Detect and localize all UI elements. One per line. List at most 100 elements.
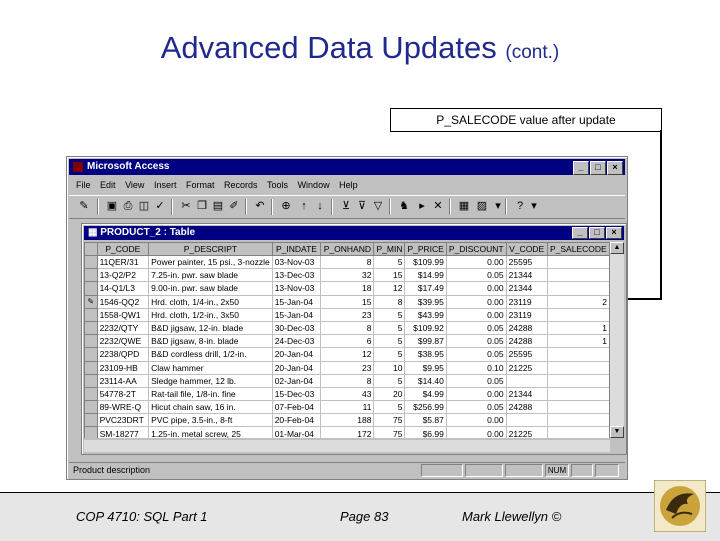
cell-p-descript[interactable]: 7.25-in. pwr. saw blade — [148, 268, 273, 283]
new-object-icon[interactable]: ▨ — [475, 199, 489, 213]
cell-p-salecode[interactable] — [546, 386, 610, 402]
print-preview-icon[interactable]: ◫ — [137, 199, 151, 213]
table-row[interactable]: ✎ 1546-QQ2 Hrd. cloth, 1/4-in., 2x50 15-Jan… — [84, 294, 610, 309]
vertical-scrollbar[interactable]: ▲ ▼ — [609, 242, 624, 438]
cell-v-code[interactable]: 25595 — [505, 347, 548, 362]
paste-icon[interactable]: ▤ — [211, 199, 225, 213]
spelling-icon[interactable]: ✓ — [153, 199, 167, 213]
cell-p-descript[interactable]: PVC pipe, 3.5-in., 8-ft — [148, 413, 273, 428]
cell-p-discount[interactable]: 0.00 — [445, 307, 507, 322]
cell-p-salecode[interactable] — [546, 307, 610, 322]
table-row[interactable]: PVC23DRT PVC pipe, 3.5-in., 8-ft 20-Feb-04… — [84, 413, 610, 428]
table-row[interactable]: 23109-HB Claw hammer 20-Jan-04 23 10 $9.95 0.1… — [84, 360, 610, 375]
database-window-icon[interactable]: ▦ — [457, 199, 471, 213]
cell-p-salecode[interactable] — [546, 268, 610, 283]
dropdown-arrow-icon[interactable]: ▾ — [491, 199, 505, 213]
column-header-p-price[interactable]: P_PRICE — [404, 242, 447, 256]
cell-p-salecode[interactable] — [546, 426, 610, 438]
table-row[interactable]: 2238/QPD B&D cordless drill, 1/2-in. 20-Ja… — [84, 347, 610, 362]
scroll-up-icon[interactable]: ▲ — [610, 242, 624, 254]
cell-p-price[interactable]: $14.40 — [404, 373, 447, 388]
column-header-p-discount[interactable]: P_DISCOUNT — [445, 242, 507, 256]
cell-p-onhand[interactable]: 23 — [320, 307, 375, 322]
cell-v-code[interactable]: 21344 — [505, 268, 548, 283]
row-selector[interactable] — [84, 320, 98, 336]
table-row[interactable]: 2232/QTY B&D jigsaw, 12-in. blade 30-Dec-0… — [84, 320, 610, 336]
cell-p-min[interactable]: 5 — [373, 334, 406, 349]
cell-p-code[interactable]: SM-18277 — [96, 426, 150, 438]
print-icon[interactable]: ⎙ — [121, 199, 135, 213]
cell-p-salecode[interactable]: 2 — [546, 294, 610, 309]
find-icon[interactable]: ♞ — [397, 199, 411, 213]
cell-p-indate[interactable]: 07-Feb-04 — [271, 400, 322, 415]
cell-p-min[interactable]: 15 — [373, 268, 406, 283]
cell-p-min[interactable]: 5 — [373, 320, 406, 336]
table-row[interactable]: 54778-2T Rat-tail file, 1/8-in. fine 15-De… — [84, 386, 610, 402]
sort-descending-icon[interactable]: ↓ — [313, 199, 327, 213]
table-close-button[interactable]: × — [606, 227, 622, 239]
row-selector[interactable] — [84, 360, 98, 375]
column-header-p-indate[interactable]: P_INDATE — [271, 242, 322, 256]
cell-p-price[interactable]: $256.99 — [404, 400, 447, 415]
cell-p-indate[interactable]: 15-Dec-03 — [271, 386, 322, 402]
cell-v-code[interactable]: 21344 — [505, 281, 548, 296]
menu-window[interactable]: Window — [298, 180, 330, 190]
cell-v-code[interactable]: 24288 — [505, 334, 548, 349]
row-selector[interactable] — [84, 281, 98, 296]
cell-v-code[interactable]: 24288 — [505, 320, 548, 336]
close-button[interactable]: × — [607, 161, 623, 175]
cell-p-code[interactable]: 14-Q1/L3 — [96, 281, 150, 296]
cell-p-descript[interactable]: B&D jigsaw, 8-in. blade — [148, 334, 273, 349]
cell-p-code[interactable]: 2232/QWE — [96, 334, 150, 349]
column-header-p-onhand[interactable]: P_ONHAND — [320, 242, 375, 256]
cell-p-descript[interactable]: Claw hammer — [148, 360, 273, 375]
cell-p-indate[interactable]: 20-Jan-04 — [271, 347, 322, 362]
undo-icon[interactable]: ↶ — [253, 199, 267, 213]
row-selector[interactable] — [84, 413, 98, 428]
cell-p-salecode[interactable] — [546, 373, 610, 388]
table-row[interactable]: 11QER/31 Power painter, 15 psi., 3-nozzle… — [84, 254, 610, 270]
cell-p-price[interactable]: $99.87 — [404, 334, 447, 349]
cell-v-code[interactable]: 23119 — [505, 294, 548, 309]
menu-tools[interactable]: Tools — [267, 180, 288, 190]
cell-p-discount[interactable]: 0.05 — [445, 320, 507, 336]
cell-p-code[interactable]: 23109-HB — [96, 360, 150, 375]
cell-v-code[interactable]: 21225 — [505, 426, 548, 438]
new-record-icon[interactable]: ▸ — [415, 199, 429, 213]
minimize-button[interactable]: _ — [573, 161, 589, 175]
cell-p-indate[interactable]: 01-Mar-04 — [271, 426, 322, 438]
cell-p-onhand[interactable]: 12 — [320, 347, 375, 362]
table-row[interactable]: 2232/QWE B&D jigsaw, 8-in. blade 24-Dec-03… — [84, 334, 610, 349]
cell-p-price[interactable]: $14.99 — [404, 268, 447, 283]
menu-insert[interactable]: Insert — [154, 180, 177, 190]
cell-p-min[interactable]: 75 — [373, 426, 406, 438]
cell-p-onhand[interactable]: 8 — [320, 373, 375, 388]
cell-p-onhand[interactable]: 43 — [320, 386, 375, 402]
cell-p-discount[interactable]: 0.10 — [445, 360, 507, 375]
cell-p-discount[interactable]: 0.05 — [445, 347, 507, 362]
maximize-button[interactable]: □ — [590, 161, 606, 175]
sort-ascending-icon[interactable]: ↑ — [297, 199, 311, 213]
row-selector[interactable] — [84, 426, 98, 438]
save-icon[interactable]: ▣ — [105, 199, 119, 213]
menu-help[interactable]: Help — [339, 180, 358, 190]
cell-p-salecode[interactable] — [546, 413, 610, 428]
row-selector[interactable] — [84, 373, 98, 388]
cell-v-code[interactable]: 25595 — [505, 254, 548, 270]
cell-p-salecode[interactable] — [546, 281, 610, 296]
cell-p-indate[interactable]: 24-Dec-03 — [271, 334, 322, 349]
cell-p-min[interactable]: 8 — [373, 294, 406, 309]
cell-p-descript[interactable]: 1.25-in. metal screw, 25 — [148, 426, 273, 438]
toolbar-options-icon[interactable]: ▾ — [527, 199, 541, 213]
cell-p-discount[interactable]: 0.00 — [445, 413, 507, 428]
insert-hyperlink-icon[interactable]: ⊕ — [279, 199, 293, 213]
cell-p-descript[interactable]: B&D jigsaw, 12-in. blade — [148, 320, 273, 336]
cell-p-discount[interactable]: 0.00 — [445, 254, 507, 270]
cell-p-min[interactable]: 5 — [373, 254, 406, 270]
table-row[interactable]: 13-Q2/P2 7.25-in. pwr. saw blade 13-Dec-03… — [84, 268, 610, 283]
cell-p-code[interactable]: 89-WRE-Q — [96, 400, 150, 415]
cell-p-min[interactable]: 5 — [373, 400, 406, 415]
row-selector-header[interactable] — [84, 242, 98, 256]
cell-p-min[interactable]: 12 — [373, 281, 406, 296]
cell-p-onhand[interactable]: 8 — [320, 254, 375, 270]
